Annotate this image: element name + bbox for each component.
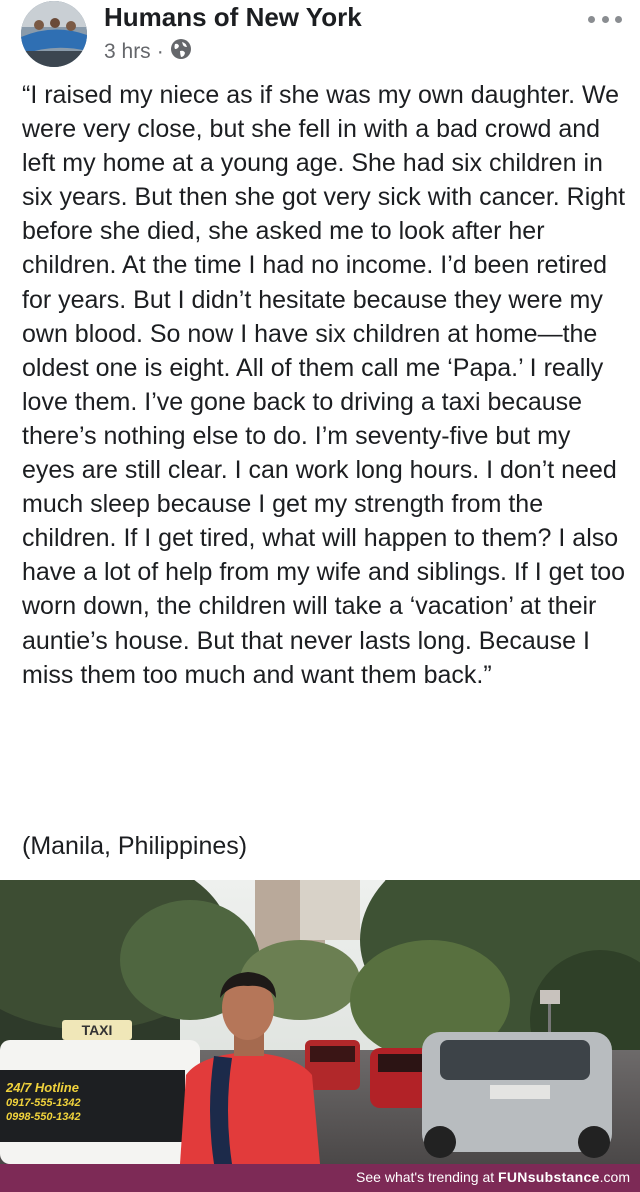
watermark-brand: FUNsubstance (498, 1169, 600, 1185)
meta-separator: · (156, 40, 164, 63)
post-photo[interactable]: TAXI 24/7 Hotline 0917-555-1342 0998-550… (0, 880, 640, 1164)
post-location: (Manila, Philippines) (22, 832, 248, 860)
post-header: Humans of New York 3 hrs · (0, 0, 640, 72)
post-text: “I raised my niece as if she was my own … (22, 78, 626, 692)
watermark-text[interactable]: See what's trending at FUNsubstance.com (356, 1169, 630, 1185)
post-meta: 3 hrs · (104, 38, 192, 66)
taxi-hotline-text: 24/7 Hotline (5, 1080, 79, 1095)
more-dots-icon[interactable] (588, 10, 622, 28)
watermark-bar: See what's trending at FUNsubstance.com (0, 1164, 640, 1192)
page-avatar[interactable] (21, 1, 87, 67)
page-name[interactable]: Humans of New York (104, 2, 362, 33)
post-body-text: “I raised my niece as if she was my own … (22, 81, 626, 689)
globe-icon (170, 38, 192, 66)
post-time[interactable]: 3 hrs (104, 40, 151, 64)
watermark-suffix: .com (599, 1169, 630, 1185)
avatar-image (21, 1, 87, 67)
taxi-phone-2: 0998-550-1342 (6, 1111, 81, 1123)
taxi-sign-text: TAXI (82, 1022, 113, 1038)
photo-image: TAXI 24/7 Hotline 0917-555-1342 0998-550… (0, 880, 640, 1164)
taxi-phone-1: 0917-555-1342 (6, 1097, 81, 1109)
watermark-prefix: See what's trending at (356, 1169, 499, 1185)
